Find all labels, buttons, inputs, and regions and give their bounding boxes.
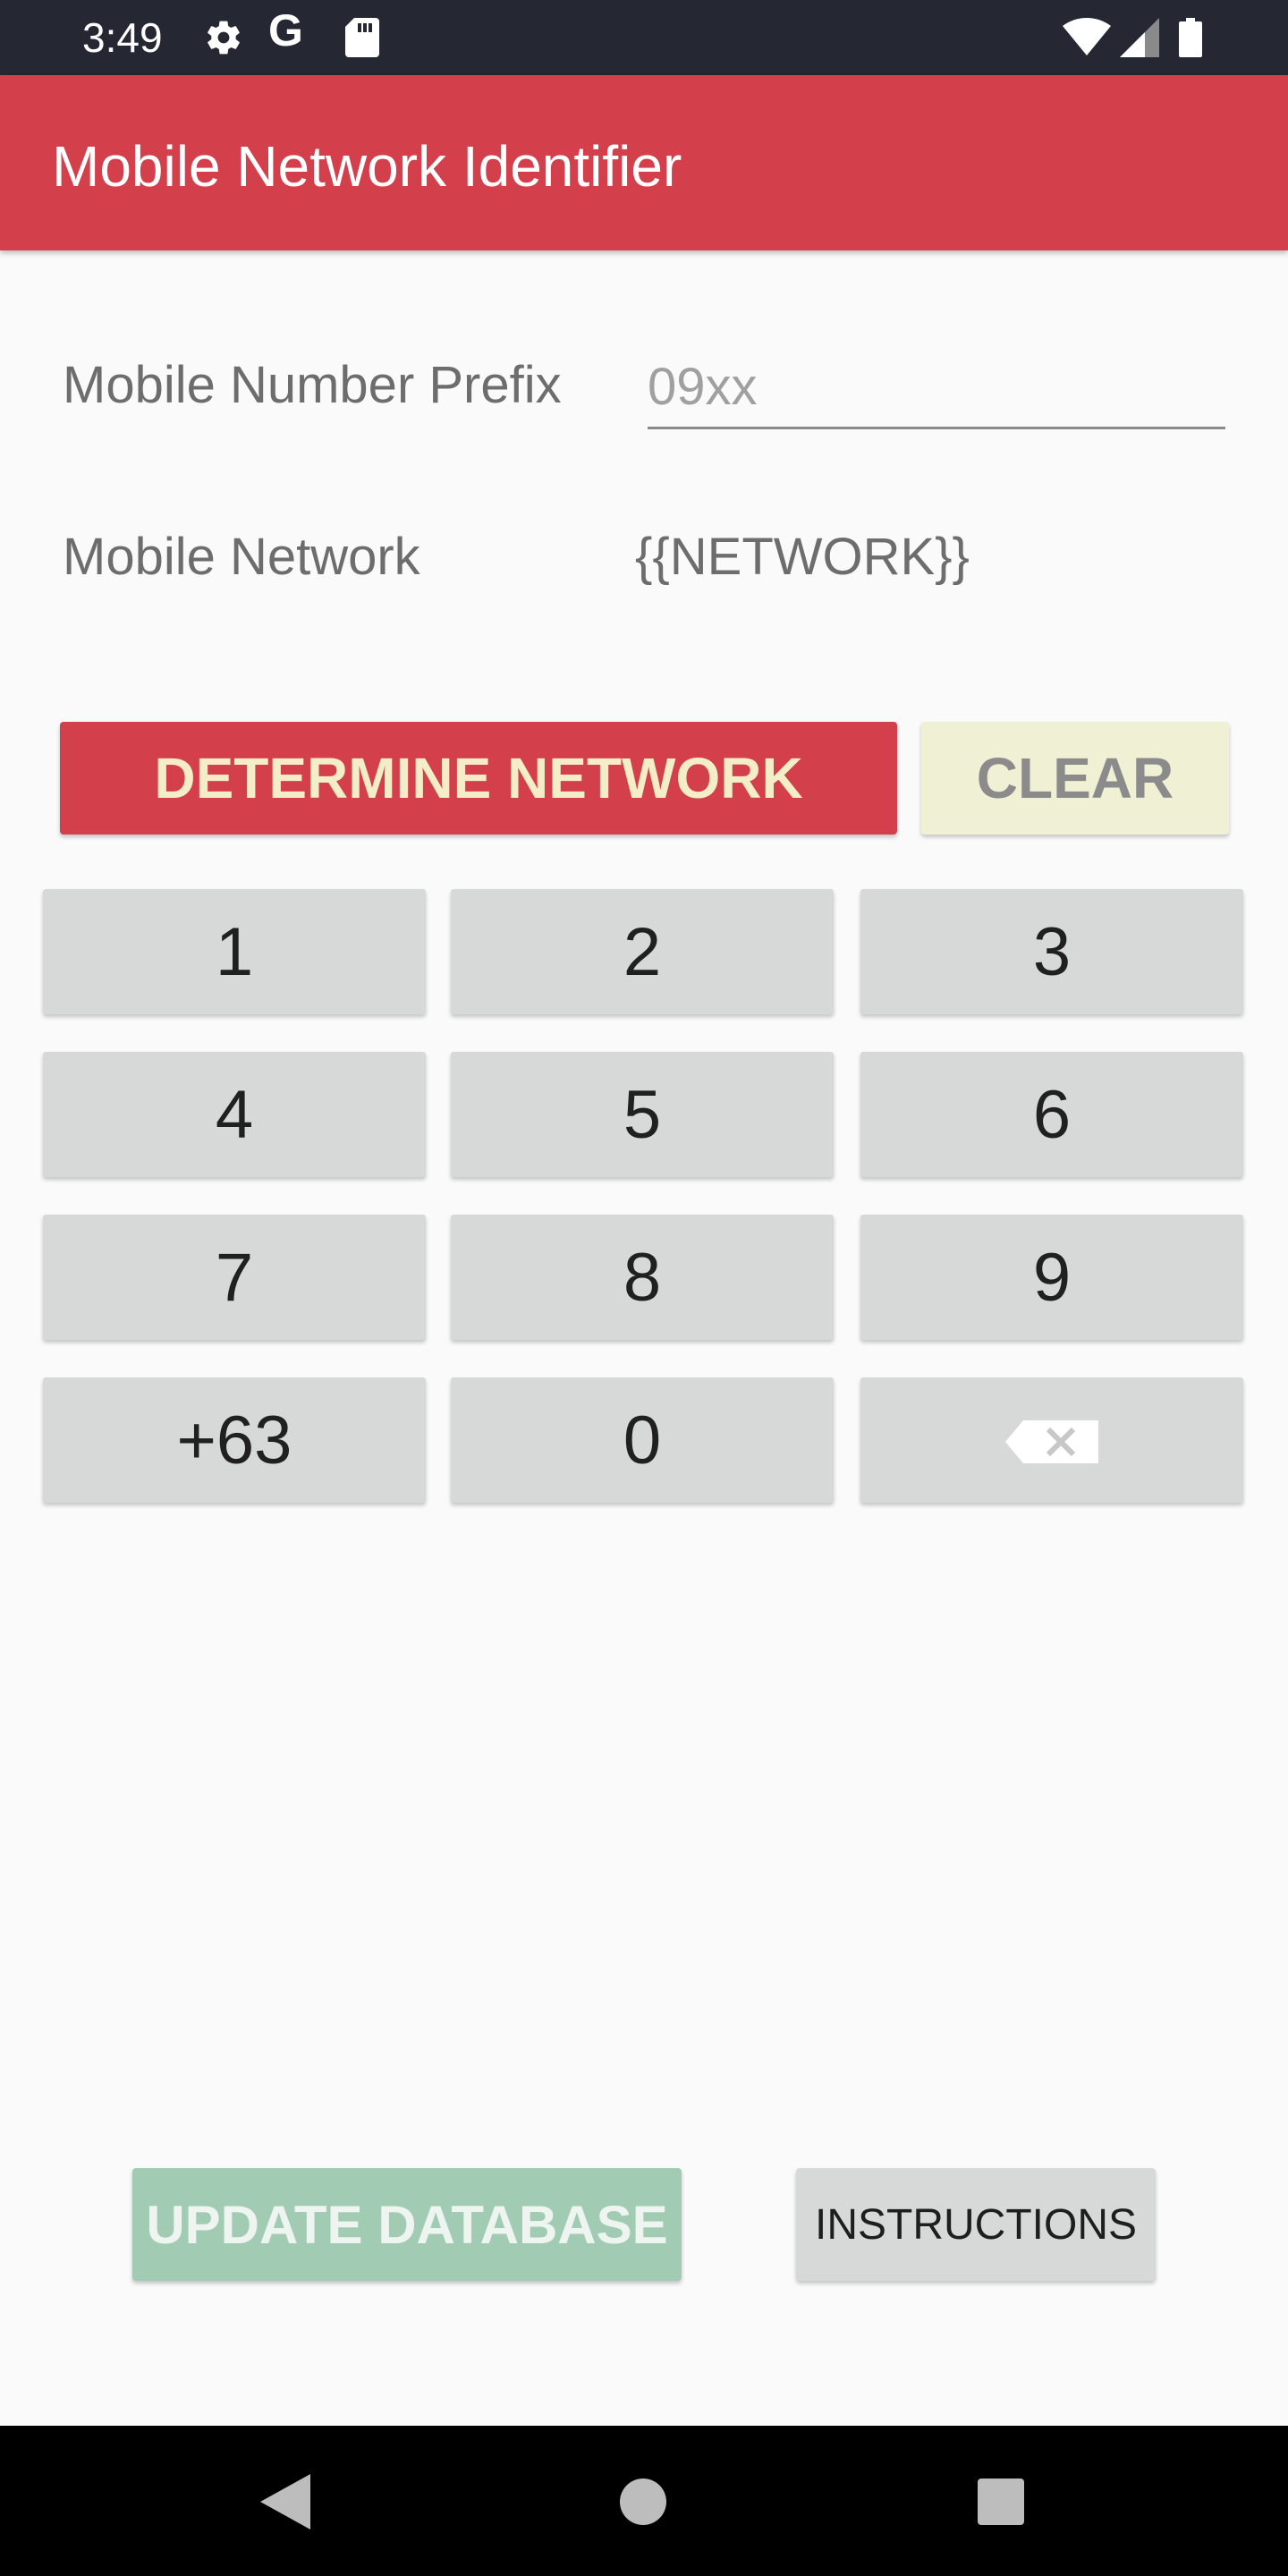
key-9[interactable]: 9	[860, 1215, 1243, 1340]
cell-signal-icon	[1120, 18, 1159, 57]
instructions-button[interactable]: INSTRUCTIONS	[796, 2168, 1156, 2281]
clear-button[interactable]: CLEAR	[921, 722, 1229, 835]
key-1[interactable]: 1	[43, 889, 426, 1014]
google-g-icon: G	[268, 5, 303, 55]
prefix-input[interactable]	[648, 347, 1225, 429]
network-value: {{NETWORK}}	[635, 528, 970, 586]
key-5[interactable]: 5	[451, 1052, 834, 1177]
backspace-button[interactable]	[860, 1377, 1243, 1503]
navigation-bar	[0, 2426, 1288, 2576]
back-icon[interactable]	[254, 2470, 317, 2533]
key-8[interactable]: 8	[451, 1215, 834, 1340]
status-bar: 3:49 G	[0, 0, 1288, 75]
prefix-label: Mobile Number Prefix	[63, 356, 562, 414]
network-label: Mobile Network	[63, 528, 420, 586]
app-bar: Mobile Network Identifier	[0, 75, 1288, 250]
key-2[interactable]: 2	[451, 889, 834, 1014]
page-title: Mobile Network Identifier	[52, 134, 682, 199]
home-icon[interactable]	[612, 2470, 674, 2533]
key-4[interactable]: 4	[43, 1052, 426, 1177]
gear-icon	[204, 18, 243, 57]
key-plus63[interactable]: +63	[43, 1377, 426, 1503]
key-3[interactable]: 3	[860, 889, 1243, 1014]
update-database-button[interactable]: UPDATE DATABASE	[132, 2168, 682, 2281]
wifi-icon	[1063, 18, 1111, 57]
key-7[interactable]: 7	[43, 1215, 426, 1340]
backspace-icon	[1005, 1402, 1098, 1479]
key-0[interactable]: 0	[451, 1377, 834, 1503]
status-time: 3:49	[82, 14, 163, 61]
recents-icon[interactable]	[970, 2470, 1032, 2533]
determine-network-button[interactable]: DETERMINE NETWORK	[60, 722, 897, 835]
key-6[interactable]: 6	[860, 1052, 1243, 1177]
battery-icon	[1179, 18, 1202, 57]
sd-card-icon	[345, 18, 379, 57]
